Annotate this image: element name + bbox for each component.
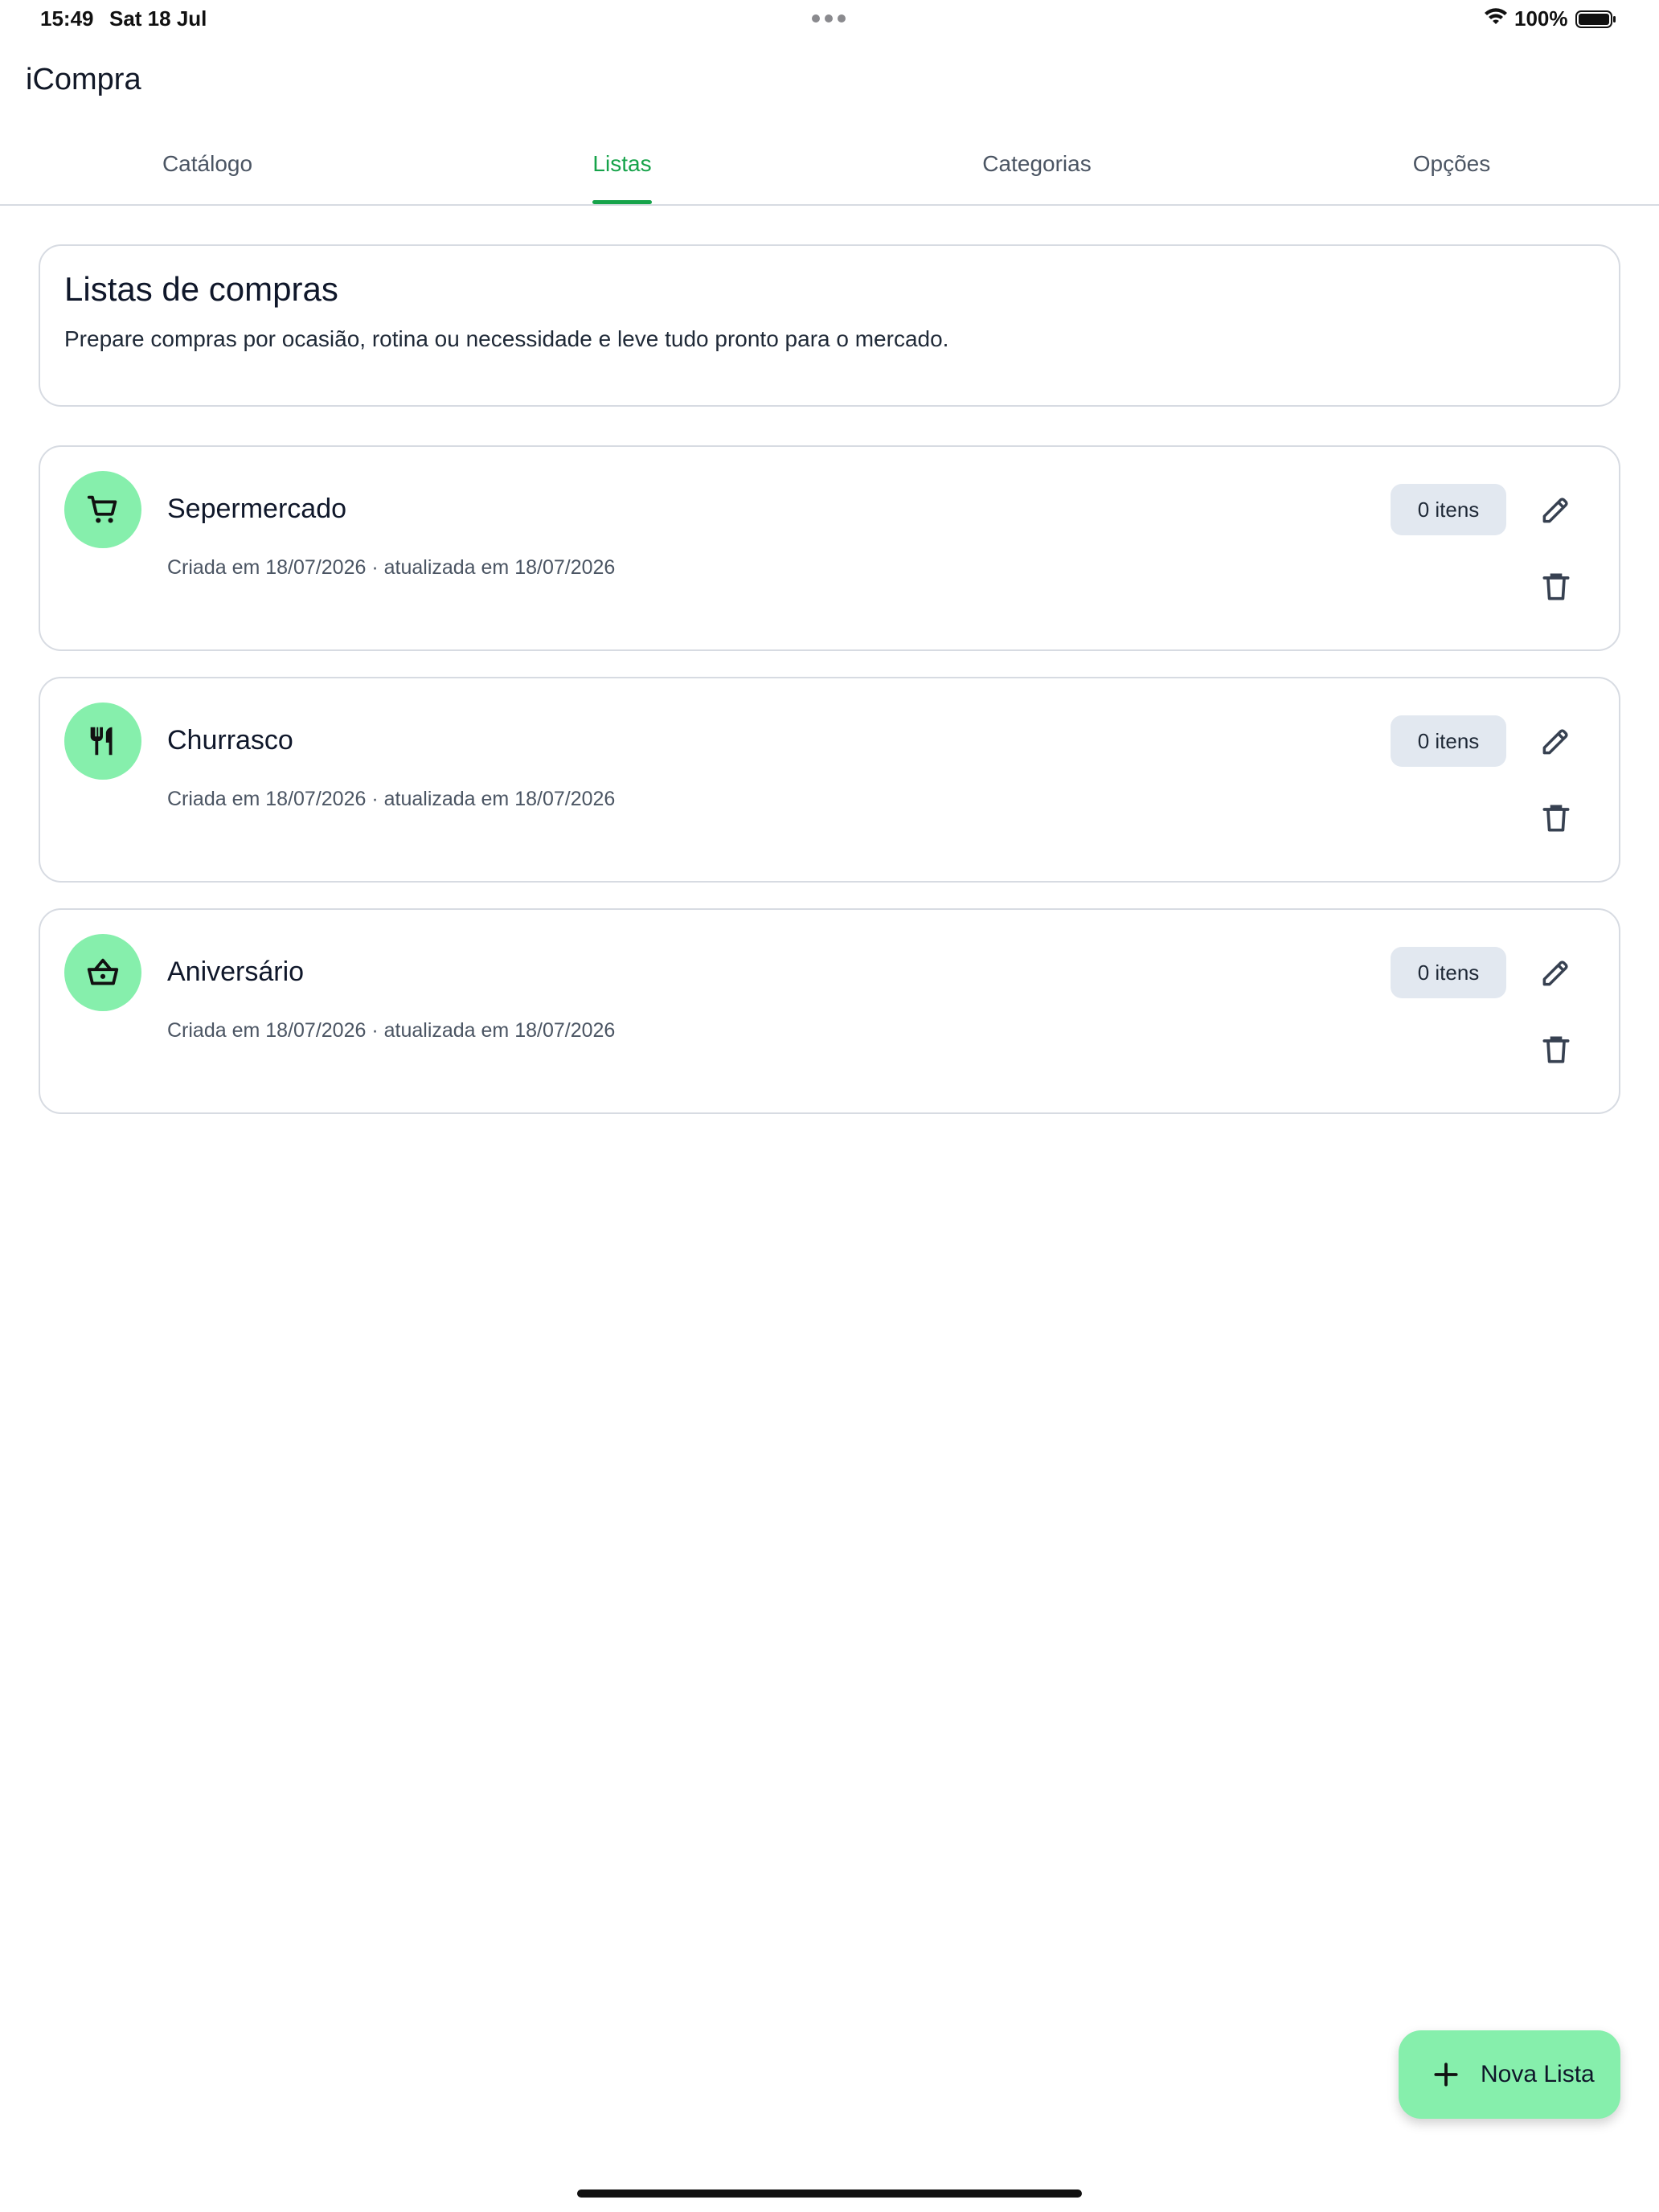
list-card-churrasco[interactable]: Churrasco Criada em 18/07/2026 · atualiz… — [39, 677, 1620, 883]
item-count-badge: 0 itens — [1391, 484, 1506, 535]
tab-label: Categorias — [982, 151, 1092, 176]
battery-percentage: 100% — [1514, 6, 1568, 31]
tab-catalogo[interactable]: Catálogo — [0, 137, 415, 204]
tab-label: Listas — [592, 151, 652, 204]
list-card-aniversario[interactable]: Aniversário Criada em 18/07/2026 · atual… — [39, 908, 1620, 1114]
list-name: Aniversário — [167, 956, 305, 987]
tab-categorias[interactable]: Categorias — [830, 137, 1244, 204]
section-subtitle: Prepare compras por ocasião, rotina ou n… — [64, 326, 949, 351]
pencil-icon — [1542, 729, 1568, 755]
trash-icon — [1542, 573, 1570, 600]
trash-icon — [1542, 1036, 1570, 1063]
battery-icon — [1575, 10, 1616, 28]
tab-label: Catálogo — [162, 151, 253, 176]
tab-opcoes[interactable]: Opções — [1244, 137, 1659, 204]
list-avatar — [64, 703, 141, 780]
edit-list-button[interactable] — [1530, 947, 1582, 998]
list-card-sepermercado[interactable]: Sepermercado Criada em 18/07/2026 · atua… — [39, 445, 1620, 651]
app-title: iCompra — [26, 63, 141, 96]
list-dates: Criada em 18/07/2026 · atualizada em 18/… — [167, 788, 616, 810]
list-name: Sepermercado — [167, 494, 347, 524]
cart-icon — [87, 495, 117, 523]
status-bar: 15:49 Sat 18 Jul 100% — [0, 0, 1659, 39]
item-count-badge: 0 itens — [1391, 947, 1506, 998]
pencil-icon — [1542, 961, 1568, 986]
list-name: Churrasco — [167, 725, 293, 756]
utensils-icon — [90, 727, 113, 756]
edit-list-button[interactable] — [1530, 715, 1582, 767]
app-screen: 15:49 Sat 18 Jul 100% iCompra Catálogo L… — [0, 0, 1659, 2212]
list-avatar — [64, 471, 141, 548]
multitasking-dots-icon[interactable] — [812, 14, 846, 23]
delete-list-button[interactable] — [1530, 793, 1582, 844]
edit-list-button[interactable] — [1530, 484, 1582, 535]
status-time: 15:49 — [40, 6, 94, 31]
basket-icon — [87, 958, 119, 985]
list-dates: Criada em 18/07/2026 · atualizada em 18/… — [167, 556, 616, 579]
section-title: Listas de compras — [64, 270, 338, 308]
intro-card: Listas de compras Prepare compras por oc… — [39, 244, 1620, 407]
delete-list-button[interactable] — [1530, 1024, 1582, 1075]
status-date: Sat 18 Jul — [109, 6, 207, 31]
new-list-button[interactable]: Nova Lista — [1399, 2030, 1620, 2119]
home-indicator[interactable] — [577, 2189, 1082, 2198]
list-dates: Criada em 18/07/2026 · atualizada em 18/… — [167, 1019, 616, 1042]
trash-icon — [1542, 805, 1570, 832]
tab-listas[interactable]: Listas — [415, 137, 830, 204]
tab-label: Opções — [1412, 151, 1491, 176]
pencil-icon — [1542, 498, 1568, 523]
delete-list-button[interactable] — [1530, 561, 1582, 612]
list-avatar — [64, 934, 141, 1011]
plus-icon — [1434, 2062, 1458, 2087]
new-list-label: Nova Lista — [1481, 2061, 1595, 2087]
wifi-icon — [1485, 8, 1507, 24]
item-count-badge: 0 itens — [1391, 715, 1506, 767]
tab-bar: Catálogo Listas Categorias Opções — [0, 137, 1659, 206]
